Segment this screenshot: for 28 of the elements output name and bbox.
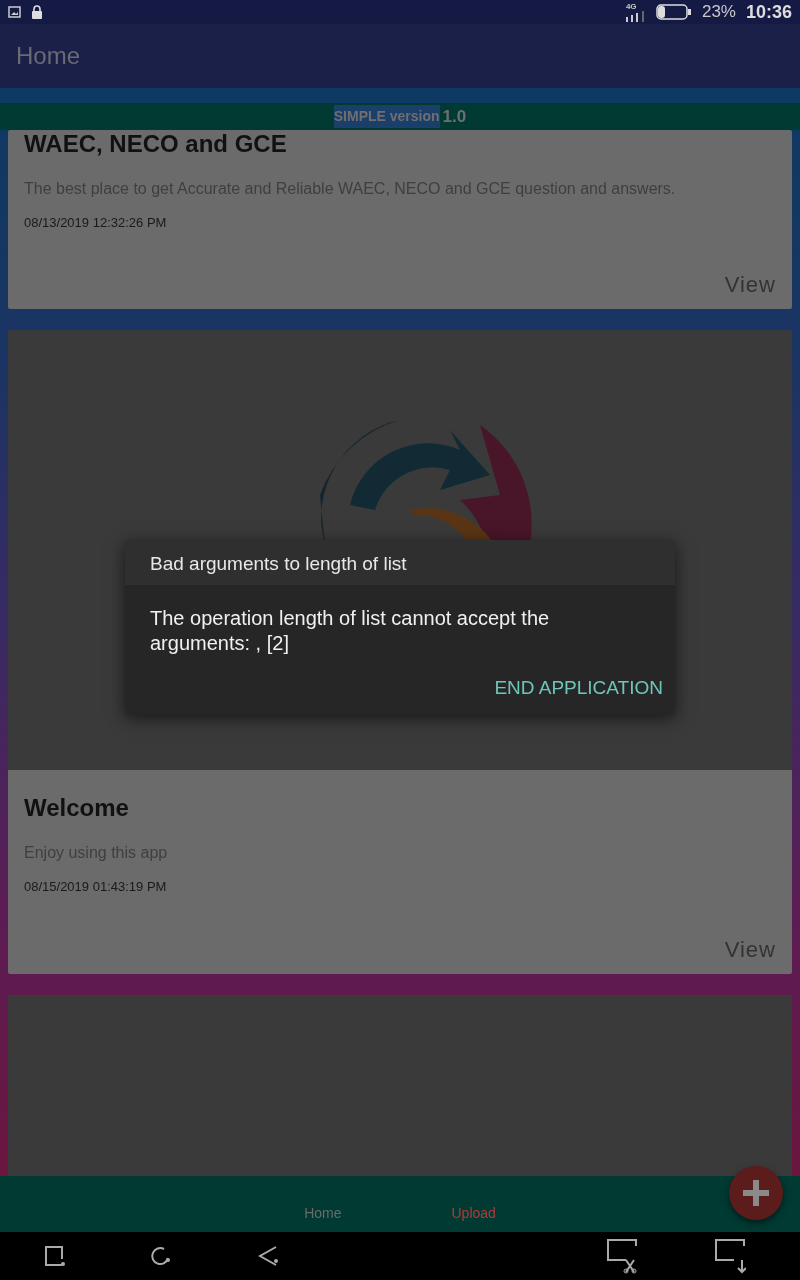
screenshot-save-icon[interactable] [714, 1238, 746, 1274]
plus-icon [743, 1180, 769, 1206]
nav-tab[interactable]: Upload [451, 1203, 496, 1224]
view-link[interactable]: View [724, 268, 776, 302]
version-label: SIMPLE version [333, 105, 440, 128]
view-link[interactable]: View [724, 932, 776, 966]
dialog-title: Bad arguments to length of list [125, 540, 675, 585]
network-type: 4G [625, 2, 637, 11]
post-title: Welcome [24, 794, 130, 824]
battery-percent: 23% [701, 1, 736, 24]
signal-icon [625, 10, 646, 22]
app-title: Home [16, 41, 81, 71]
lock-icon [31, 5, 43, 19]
end-application-button[interactable]: END APPLICATION [482, 673, 675, 714]
screenshot-cut-icon[interactable] [606, 1238, 638, 1274]
battery-icon [655, 4, 692, 20]
post-date: 08/13/2019 12:32:26 PM [24, 213, 168, 232]
nav-tab[interactable]: Home [304, 1203, 342, 1224]
clock: 10:36 [745, 0, 792, 24]
dialog-message: The operation length of list cannot accept the arguments: , [2] [149, 605, 551, 656]
recents-icon[interactable] [44, 1245, 66, 1267]
post-title: WAEC, NECO and GCE [24, 130, 288, 159]
add-button[interactable] [729, 1166, 783, 1220]
back-icon[interactable] [258, 1245, 280, 1267]
post-date: 08/15/2019 01:43:19 PM [24, 878, 168, 897]
refresh-icon[interactable] [150, 1245, 172, 1267]
version-number: 1.0 [442, 105, 467, 128]
image-icon [8, 6, 21, 18]
